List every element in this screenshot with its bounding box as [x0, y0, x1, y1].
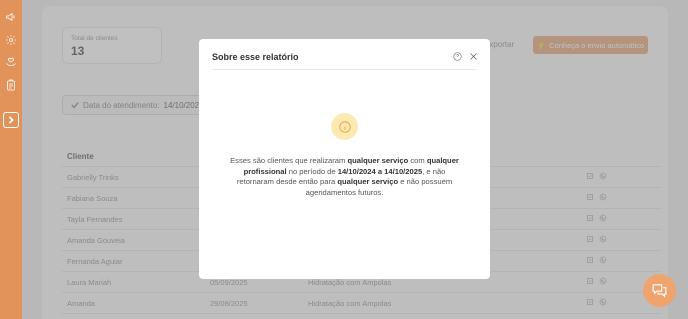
gear-icon[interactable]: [4, 33, 18, 47]
about-report-modal: Sobre esse relatório Esses são clientes …: [199, 39, 490, 279]
megaphone-icon[interactable]: [4, 10, 18, 24]
sidebar-toggle-button[interactable]: [3, 112, 19, 128]
chat-icon: [652, 284, 667, 298]
sidebar: [0, 0, 22, 319]
text-part: no período de: [286, 166, 338, 176]
question-circle-icon[interactable]: [452, 51, 462, 61]
text-part: Esses são clientes que realizaram: [230, 156, 348, 165]
text-part: com: [408, 156, 427, 165]
text-bold: 14/10/2024 a 14/10/2025: [337, 166, 423, 176]
text-bold: qualquer serviço: [337, 177, 399, 187]
chat-button[interactable]: [643, 274, 676, 307]
text-bold: qualquer serviço: [347, 156, 409, 165]
modal-divider: [212, 69, 477, 70]
chevron-right-icon: [8, 116, 14, 124]
hand-heart-icon[interactable]: [4, 55, 18, 69]
modal-title: Sobre esse relatório: [212, 52, 299, 62]
close-icon[interactable]: [468, 51, 478, 61]
clipboard-icon[interactable]: [4, 78, 18, 92]
modal-description: Esses são clientes que realizaram qualqu…: [224, 156, 465, 199]
info-icon: [331, 113, 358, 140]
